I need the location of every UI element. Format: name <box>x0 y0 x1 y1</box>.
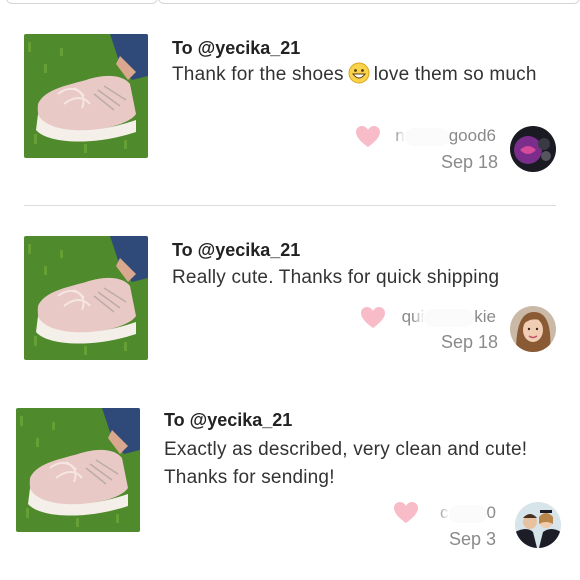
username-redaction <box>448 504 487 523</box>
reviewer-username[interactable]: c0 <box>420 503 496 523</box>
review-photo[interactable] <box>16 408 140 532</box>
review-date: Sep 3 <box>449 529 497 549</box>
reviewer-avatar[interactable] <box>515 502 561 548</box>
review-recipient[interactable]: To @yecika_21 <box>164 410 292 431</box>
review-card: To @yecika_21 Exactly as described, very… <box>0 0 580 580</box>
review-message: Exactly as described, very clean and cut… <box>164 439 528 488</box>
heart-icon[interactable] <box>394 502 418 524</box>
pink-sneaker-photo <box>16 408 140 532</box>
